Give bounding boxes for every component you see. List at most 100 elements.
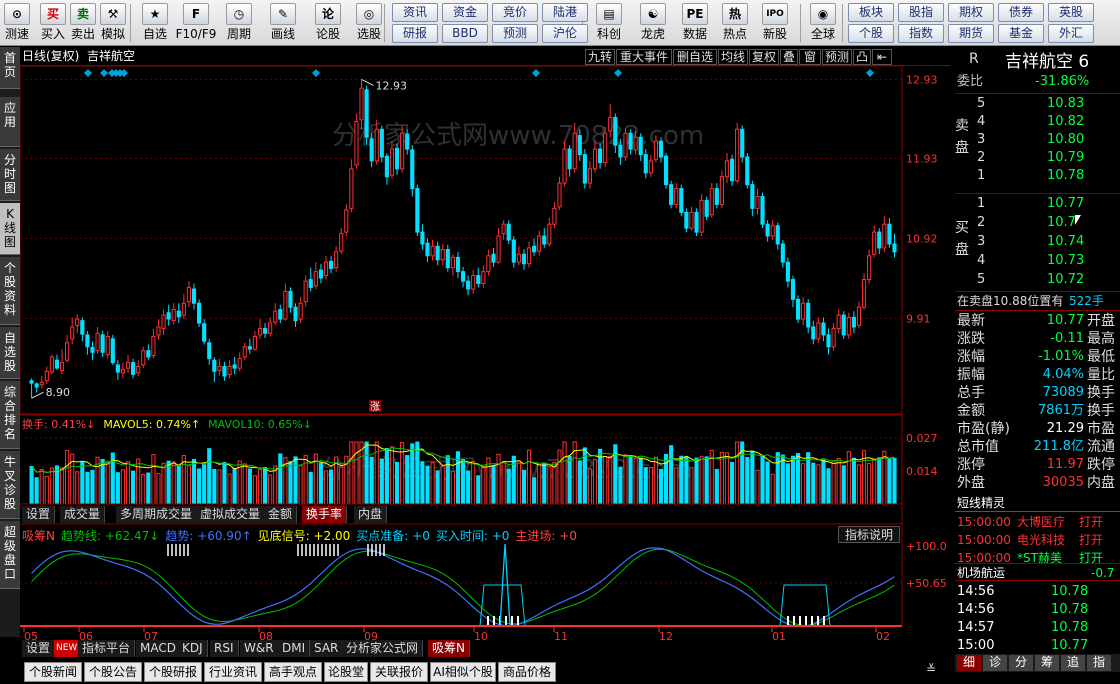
toolbar-button-6[interactable]: ◷ 周期	[222, 2, 256, 44]
candle-body[interactable]	[247, 346, 252, 350]
candle-body[interactable]	[455, 256, 461, 273]
candle-body[interactable]	[328, 260, 334, 269]
event-marker-icon[interactable]	[312, 69, 320, 77]
candle-body[interactable]	[516, 253, 521, 263]
toolbar-button-11[interactable]: ☯ 龙虎	[636, 2, 670, 44]
candle-body[interactable]	[334, 251, 339, 269]
volume-tab-1[interactable]: 成交量	[60, 506, 106, 523]
grid-button-14[interactable]: 指数	[898, 24, 944, 43]
toolbar-button-15[interactable]: ◉ 全球	[806, 2, 840, 44]
kline-chart-area[interactable]: 12.93 11.93 10.92 9.91 分析家公式网www.70822.com 12…	[20, 66, 950, 660]
quote-panel-tab-3[interactable]: 筹	[1035, 655, 1059, 671]
grid-button-17[interactable]: 外汇	[1048, 24, 1094, 43]
candle-body[interactable]	[537, 235, 542, 252]
grid-button-8[interactable]: 板块	[848, 3, 894, 22]
grid-button-7[interactable]: 沪伦	[542, 24, 588, 43]
candle-body[interactable]	[694, 211, 699, 233]
candle-body[interactable]	[806, 302, 811, 328]
toolbar-button-13[interactable]: 热热点	[718, 2, 752, 44]
jingling-row[interactable]: 15:00:00 电光科技 打开	[955, 531, 1120, 549]
toolbar-button-3[interactable]: ⚒ 模拟	[96, 2, 130, 44]
chart-tool-button-3[interactable]: 均线	[718, 49, 748, 65]
candle-body[interactable]	[816, 322, 821, 340]
candle-body[interactable]	[653, 140, 658, 160]
grid-button-10[interactable]: 期权	[948, 3, 994, 22]
candle-body[interactable]	[283, 290, 288, 320]
candle-body[interactable]	[207, 342, 212, 360]
candle-body[interactable]	[125, 362, 131, 369]
indicator-tab-7[interactable]: DMI	[278, 640, 311, 657]
candle-body[interactable]	[557, 182, 562, 208]
bid-row[interactable]: 4 10.73	[955, 252, 1120, 270]
candle-body[interactable]	[39, 381, 44, 386]
quote-panel-tab-4[interactable]: 追	[1061, 655, 1085, 671]
candle-body[interactable]	[303, 280, 308, 303]
toolbar-button-5[interactable]: F F10/F9	[175, 2, 217, 44]
candle-body[interactable]	[618, 144, 623, 158]
toolbar-button-8[interactable]: 论论股	[311, 2, 345, 44]
candle-body[interactable]	[29, 380, 34, 384]
toolbar-button-2[interactable]: 卖卖出	[66, 2, 100, 44]
toolbar-button-12[interactable]: PE 数据	[678, 2, 712, 44]
indicator-tab-6[interactable]: W&R	[240, 640, 279, 657]
candle-body[interactable]	[323, 261, 329, 277]
chart-tool-button-0[interactable]: 九转	[585, 49, 615, 65]
candle-body[interactable]	[674, 188, 679, 205]
candle-body[interactable]	[471, 275, 476, 290]
candle-body[interactable]	[592, 148, 598, 170]
candle-body[interactable]	[450, 256, 455, 269]
candle-body[interactable]	[658, 140, 664, 158]
candle-body[interactable]	[841, 314, 846, 336]
bid-row[interactable]: 2 10.7	[955, 214, 1120, 232]
event-marker-icon[interactable]	[866, 69, 874, 77]
news-tab-4[interactable]: 高手观点	[264, 662, 322, 682]
candle-body[interactable]	[511, 239, 516, 263]
volume-tab-2[interactable]: 多周期成交量	[116, 506, 198, 523]
candle-body[interactable]	[735, 128, 740, 182]
chart-tool-button-6[interactable]: 窗	[799, 49, 821, 65]
news-tab-5[interactable]: 论股堂	[324, 662, 368, 682]
volume-tab-0[interactable]: 设置	[22, 506, 56, 523]
ask-row[interactable]: 3 10.80	[955, 131, 1120, 149]
candle-body[interactable]	[552, 207, 557, 225]
candle-body[interactable]	[131, 362, 136, 375]
indicator-tab-9[interactable]: 分析家公式网	[342, 640, 424, 657]
jingling-row[interactable]: 15:00:00 大博医疗 打开	[955, 513, 1120, 531]
candle-body[interactable]	[623, 132, 628, 158]
grid-button-0[interactable]: 资讯	[392, 3, 438, 22]
candle-body[interactable]	[75, 318, 80, 326]
candle-body[interactable]	[186, 286, 192, 303]
indicator-tab-4[interactable]: KDJ	[178, 640, 208, 657]
candle-body[interactable]	[34, 383, 39, 388]
candle-body[interactable]	[425, 242, 430, 257]
candle-body[interactable]	[790, 279, 796, 300]
left-tab-8[interactable]: 超级盘口	[0, 521, 20, 589]
chart-tool-button-9[interactable]: ⇤	[872, 49, 892, 65]
candle-body[interactable]	[765, 223, 770, 237]
candle-body[interactable]	[582, 154, 587, 184]
candle-body[interactable]	[460, 271, 466, 282]
limit-up-marker[interactable]: 涨	[369, 400, 381, 413]
candle-body[interactable]	[867, 255, 872, 281]
candle-body[interactable]	[669, 184, 674, 205]
candle-body[interactable]	[882, 223, 887, 249]
candle-body[interactable]	[851, 316, 856, 328]
candle-body[interactable]	[354, 120, 359, 166]
candle-body[interactable]	[856, 306, 862, 326]
candle-body[interactable]	[567, 148, 572, 170]
candle-body[interactable]	[689, 211, 694, 229]
candle-body[interactable]	[562, 148, 567, 184]
news-tab-8[interactable]: 商品价格	[498, 662, 556, 682]
candle-body[interactable]	[278, 309, 283, 320]
event-marker-icon[interactable]	[84, 69, 92, 77]
candle-body[interactable]	[430, 245, 435, 257]
bid-row[interactable]: 1 10.77	[955, 195, 1120, 213]
candle-body[interactable]	[166, 312, 171, 320]
candle-body[interactable]	[293, 306, 298, 322]
candle-body[interactable]	[440, 248, 445, 261]
candle-body[interactable]	[603, 132, 608, 164]
candle-body[interactable]	[273, 310, 278, 323]
candle-body[interactable]	[308, 279, 313, 288]
left-tab-5[interactable]: 自选股	[0, 327, 20, 379]
candle-body[interactable]	[526, 247, 532, 265]
